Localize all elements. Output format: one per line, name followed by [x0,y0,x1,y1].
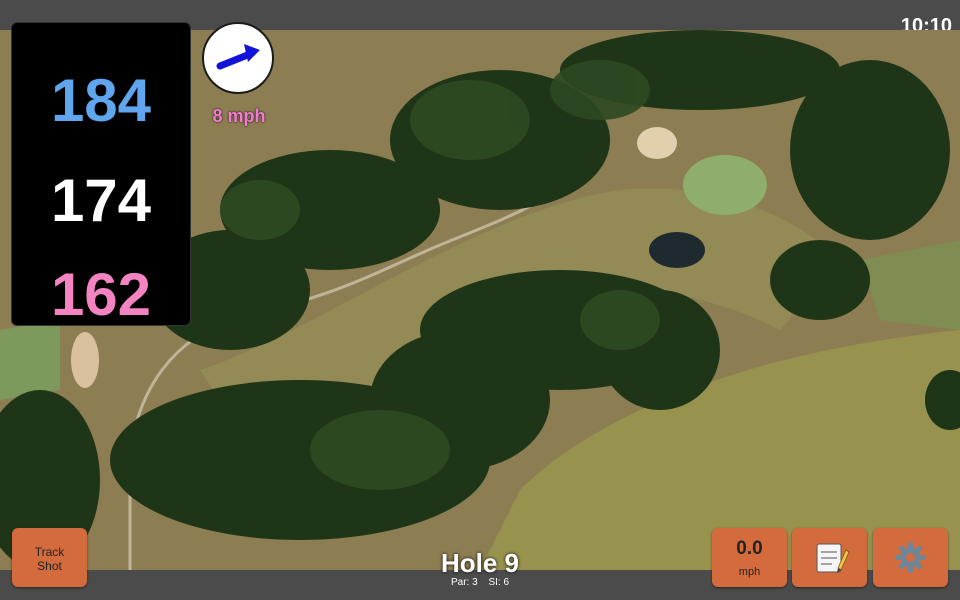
front-distance: 162 [50,261,152,328]
notes-button[interactable] [792,528,867,587]
distance-panel: 184 174 162 [11,22,191,326]
back-distance: 184 [50,67,152,134]
gear-icon [895,542,926,573]
arrow-up-right-icon [216,44,260,70]
wind-speed-label: 8 mph [212,106,266,126]
track-shot-label-line1: Track [34,545,65,559]
wind-speed-button[interactable]: 0.0 mph [712,528,787,587]
notepad-icon [816,543,850,573]
track-shot-label-line2: Shot [37,559,62,573]
wind-direction-indicator [202,22,274,94]
hole-par: Par: 3 [450,577,478,588]
wind-speed-value: 0.0 [736,538,763,559]
hole-stroke-index: SI: 6 [488,577,510,588]
hole-info: Par: 3 SI: 6 [380,577,580,588]
settings-button[interactable] [873,528,948,587]
wind-speed-unit: mph [738,566,761,578]
hole-title: Hole 9 [440,548,520,578]
middle-distance: 174 [50,167,152,234]
track-shot-button[interactable]: Track Shot [12,528,87,587]
